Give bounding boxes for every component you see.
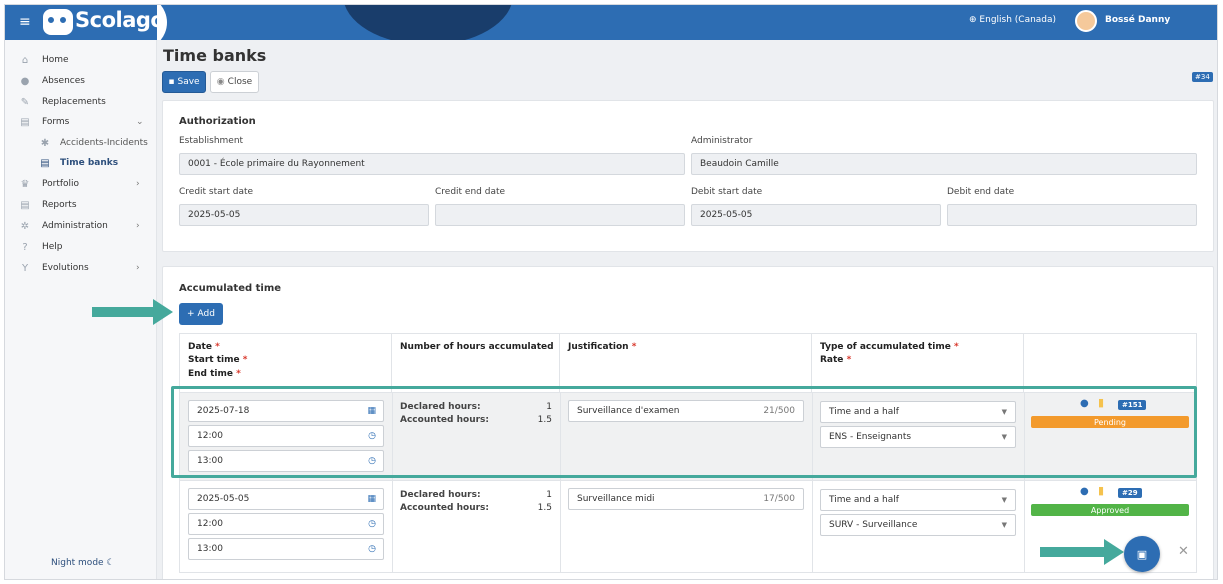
timebank-icon: ▤ bbox=[40, 157, 50, 169]
justification-input[interactable]: Surveillance midi 17/500 bbox=[568, 488, 804, 510]
credit-start-field[interactable]: 2025-05-05 bbox=[179, 204, 429, 226]
row-id-badge: #29 bbox=[1118, 488, 1142, 498]
floating-save-button[interactable]: ▣ bbox=[1124, 536, 1160, 572]
plus-icon: + bbox=[187, 309, 195, 319]
start-time-input[interactable]: 12:00 ◷ bbox=[188, 513, 384, 535]
caret-down-icon: ▼ bbox=[1001, 521, 1007, 529]
sidebar-item-evolutions[interactable]: Y Evolutions › bbox=[5, 258, 157, 278]
help-icon: ? bbox=[22, 241, 28, 253]
sprout-icon: Y bbox=[21, 262, 29, 274]
main-content: Time banks ▪ Save ◉ Close #34 Authorizatio… bbox=[157, 40, 1217, 579]
sidebar-item-reports[interactable]: ▤ Reports bbox=[5, 195, 157, 215]
sidebar-item-replacements[interactable]: ✎ Replacements bbox=[5, 92, 157, 112]
close-circle-icon: ◉ bbox=[216, 77, 225, 87]
sidebar-item-forms[interactable]: ▤ Forms ⌄ bbox=[5, 112, 157, 132]
establishment-field[interactable]: 0001 - École primaire du Rayonnement bbox=[179, 153, 685, 175]
clock-icon: ◷ bbox=[368, 519, 376, 529]
home-icon: ⌂ bbox=[21, 54, 29, 66]
date-input[interactable]: 2025-05-05 ▦ bbox=[188, 488, 384, 510]
record-id-badge: #34 bbox=[1192, 72, 1213, 82]
credit-end-field[interactable] bbox=[435, 204, 685, 226]
language-selector[interactable]: ⊕ English (Canada) bbox=[969, 15, 1056, 25]
floppy-icon: ▣ bbox=[1136, 547, 1148, 561]
header-hours: Number of hours accumulated bbox=[392, 334, 560, 392]
chevron-down-icon: ⌄ bbox=[136, 117, 144, 127]
top-bar: ≡ Scolago ⊕ English (Canada) Bossé Danny bbox=[5, 5, 1217, 40]
chevron-right-icon: › bbox=[136, 221, 140, 231]
report-icon: ▤ bbox=[20, 199, 30, 211]
rate-select[interactable]: SURV - Surveillance ▼ bbox=[820, 514, 1016, 536]
moon-icon: ☾ bbox=[106, 558, 115, 568]
administrator-field[interactable]: Beaudoin Camille bbox=[691, 153, 1197, 175]
credit-start-label: Credit start date bbox=[179, 187, 254, 197]
header-justification: Justification * bbox=[560, 334, 812, 392]
status-badge: Approved bbox=[1031, 504, 1189, 516]
clock-icon: ◷ bbox=[368, 544, 376, 554]
authorization-title: Authorization bbox=[179, 116, 256, 127]
chevron-right-icon: › bbox=[136, 179, 140, 189]
user-name[interactable]: Bossé Danny bbox=[1105, 15, 1170, 25]
debit-start-label: Debit start date bbox=[691, 187, 763, 197]
header-date: Date * Start time * End time * bbox=[180, 334, 392, 392]
page-title: Time banks bbox=[163, 46, 267, 65]
administrator-label: Administrator bbox=[691, 136, 753, 146]
absence-icon: ● bbox=[20, 75, 30, 87]
char-counter: 17/500 bbox=[763, 494, 795, 504]
sidebar-item-help[interactable]: ? Help bbox=[5, 237, 157, 257]
authorization-card: Authorization Establishment 0001 - École… bbox=[162, 100, 1214, 252]
end-time-input[interactable]: 13:00 ◷ bbox=[188, 538, 384, 560]
row-highlight-frame bbox=[171, 386, 1197, 478]
debit-end-label: Debit end date bbox=[947, 187, 1015, 197]
replacement-icon: ✎ bbox=[20, 96, 30, 108]
sidebar-item-home[interactable]: ⌂ Home bbox=[5, 50, 157, 70]
sidebar-item-portfolio[interactable]: ♛ Portfolio › bbox=[5, 174, 157, 194]
credit-end-label: Credit end date bbox=[435, 187, 506, 197]
pointer-arrow-icon bbox=[153, 299, 173, 325]
floating-close-icon[interactable]: ✕ bbox=[1178, 544, 1189, 559]
type-select[interactable]: Time and a half ▼ bbox=[820, 489, 1016, 511]
globe-icon: ⊕ bbox=[969, 15, 977, 25]
chevron-right-icon: › bbox=[136, 263, 140, 273]
caret-down-icon: ▼ bbox=[1001, 496, 1007, 504]
forms-icon: ▤ bbox=[20, 116, 30, 128]
accounted-label: Accounted hours: bbox=[400, 503, 490, 513]
owl-logo-icon[interactable] bbox=[43, 9, 73, 35]
sidebar-item-time-banks[interactable]: ▤ Time banks bbox=[5, 153, 157, 173]
establishment-label: Establishment bbox=[179, 136, 244, 146]
add-button[interactable]: + Add bbox=[179, 303, 223, 325]
accumulated-title: Accumulated time bbox=[179, 283, 282, 294]
avatar[interactable] bbox=[1075, 10, 1097, 32]
accident-icon: ✱ bbox=[40, 137, 50, 149]
header-decoration bbox=[343, 5, 513, 40]
declared-value: 1 bbox=[546, 490, 552, 500]
debit-end-field[interactable] bbox=[947, 204, 1197, 226]
night-mode-toggle[interactable]: Night mode ☾ bbox=[51, 558, 115, 568]
menu-icon[interactable]: ≡ bbox=[19, 14, 33, 30]
app-window: ≡ Scolago ⊕ English (Canada) Bossé Danny… bbox=[4, 4, 1218, 580]
pointer-arrow-icon bbox=[1104, 539, 1124, 565]
floppy-icon: ▪ bbox=[168, 77, 175, 87]
trophy-icon: ♛ bbox=[20, 178, 30, 190]
brand-name[interactable]: Scolago bbox=[75, 8, 165, 32]
sidebar-item-accidents-incidents[interactable]: ✱ Accidents-Incidents bbox=[5, 133, 157, 153]
pointer-arrow-shaft bbox=[92, 307, 154, 317]
table-row: 2025-05-05 ▦ 12:00 ◷ 13:00 ◷ Declared hours… bbox=[180, 480, 1196, 572]
calendar-icon: ▦ bbox=[367, 494, 376, 504]
debit-start-field[interactable]: 2025-05-05 bbox=[691, 204, 941, 226]
declared-label: Declared hours: bbox=[400, 490, 481, 500]
header-type: Type of accumulated time * Rate * bbox=[812, 334, 1024, 392]
save-button[interactable]: ▪ Save bbox=[162, 71, 206, 93]
close-button[interactable]: ◉ Close bbox=[210, 71, 259, 93]
trash-icon[interactable]: ▮ bbox=[1098, 484, 1104, 497]
pointer-arrow-shaft bbox=[1040, 547, 1106, 557]
sidebar-item-absences[interactable]: ● Absences bbox=[5, 71, 157, 91]
accounted-value: 1.5 bbox=[537, 503, 552, 513]
comment-icon[interactable]: ● bbox=[1080, 486, 1089, 497]
sidebar-item-administration[interactable]: ✲ Administration › bbox=[5, 216, 157, 236]
gear-icon: ✲ bbox=[20, 220, 30, 232]
